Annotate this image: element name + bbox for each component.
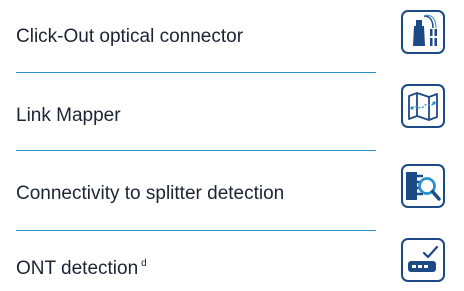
divider bbox=[16, 150, 376, 151]
ont-check-icon-graphic bbox=[408, 245, 439, 272]
feature-label: Connectivity to splitter detection bbox=[16, 183, 285, 204]
feature-label-text: ONT detection bbox=[16, 258, 139, 279]
feature-row-link-mapper: Link Mapper bbox=[0, 74, 464, 150]
optical-connector-icon bbox=[401, 10, 445, 54]
divider bbox=[16, 72, 376, 73]
optical-connector-icon-graphic bbox=[413, 14, 437, 46]
divider bbox=[16, 230, 376, 231]
feature-row-splitter-detection: Connectivity to splitter detection bbox=[0, 152, 464, 230]
feature-list: Click-Out optical connector Link Mapper bbox=[0, 0, 464, 291]
feature-row-click-out: Click-Out optical connector bbox=[0, 0, 464, 72]
splitter-search-icon-graphic bbox=[406, 172, 441, 201]
feature-row-ont-detection: ONT detection d bbox=[0, 232, 464, 291]
map-icon bbox=[401, 84, 445, 128]
feature-label: Click-Out optical connector bbox=[16, 26, 244, 47]
ont-check-icon bbox=[401, 238, 445, 282]
splitter-search-icon bbox=[401, 164, 445, 208]
footnote-marker: d bbox=[141, 258, 147, 269]
map-icon-graphic bbox=[408, 92, 438, 121]
feature-label: Link Mapper bbox=[16, 105, 121, 126]
feature-label: ONT detection d bbox=[16, 258, 147, 283]
